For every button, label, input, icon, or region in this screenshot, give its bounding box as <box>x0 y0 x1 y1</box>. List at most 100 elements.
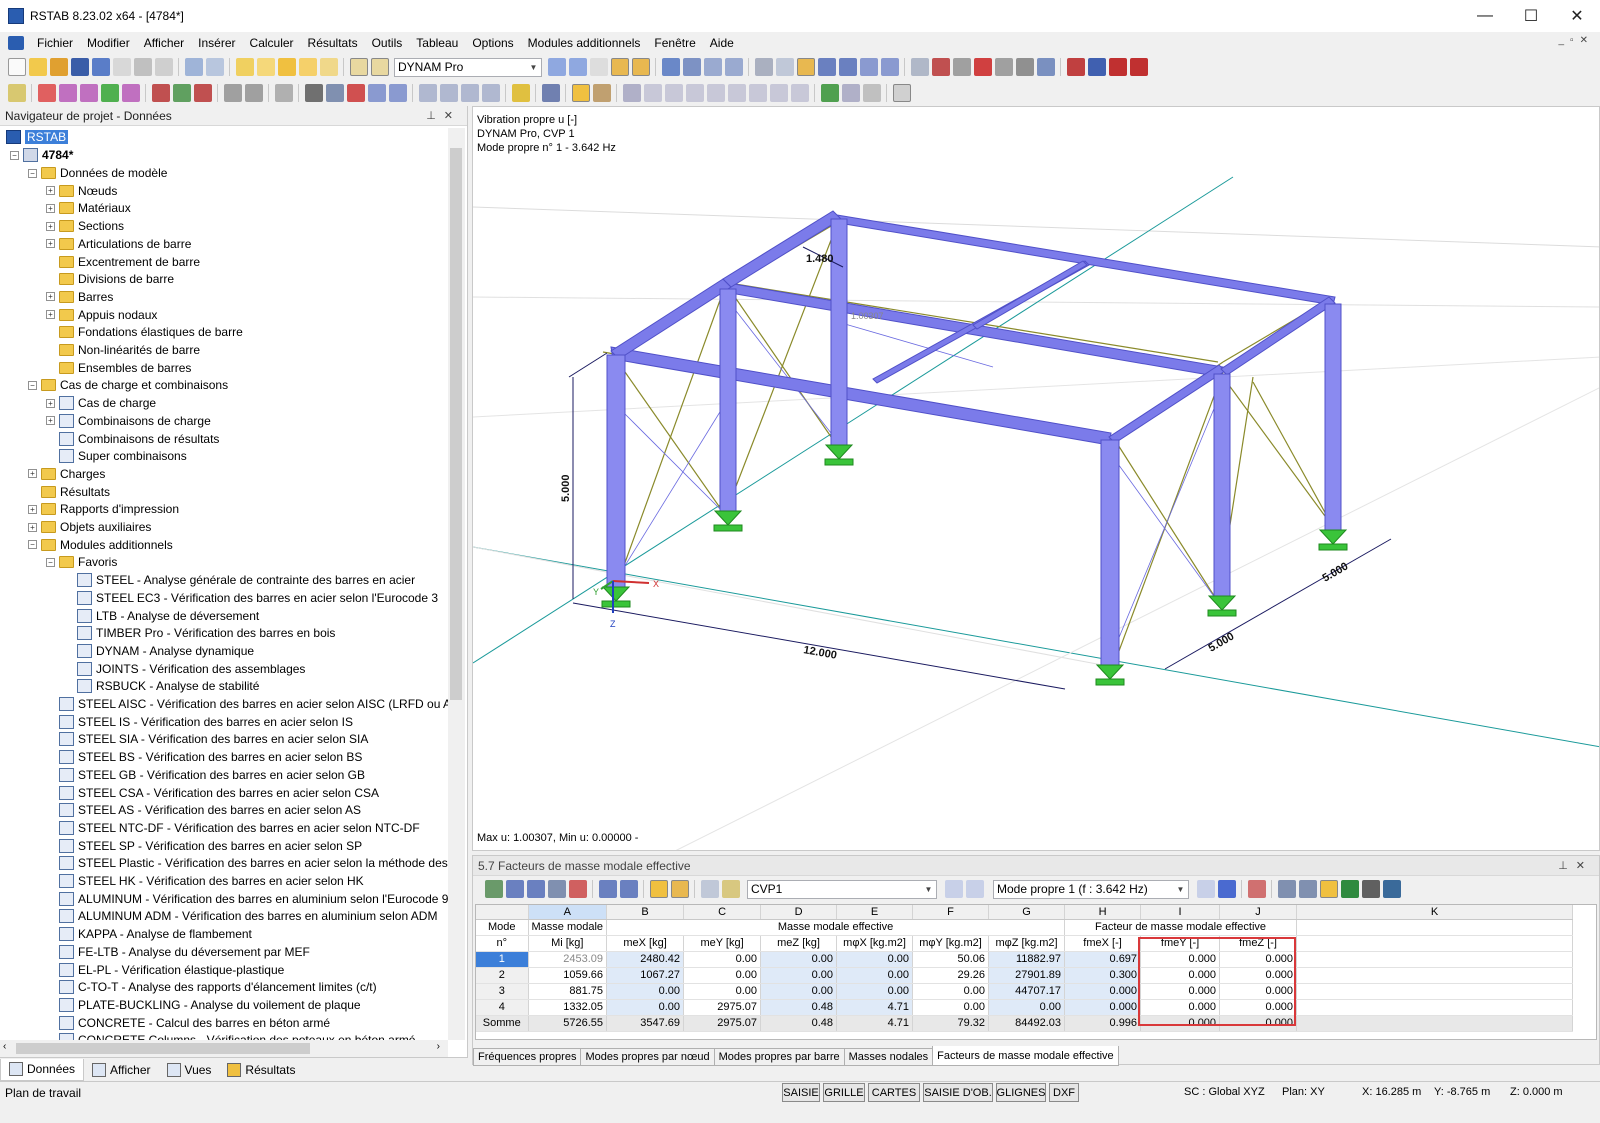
col-header-i[interactable]: I <box>1140 905 1221 920</box>
tree-item[interactable]: + Sections <box>46 217 124 235</box>
view-z-icon[interactable] <box>460 84 479 102</box>
member-results-icon[interactable] <box>571 84 590 102</box>
module-combo[interactable]: DYNAM Pro ▼ <box>394 57 542 77</box>
result-values-icon[interactable] <box>631 58 650 76</box>
expand-icon[interactable]: + <box>46 186 55 196</box>
table-cell[interactable]: 0.000 <box>1140 967 1221 984</box>
tree-item[interactable]: − Données de modèle <box>28 164 167 182</box>
table-cell[interactable]: 881.75 <box>528 983 608 1000</box>
report-icon[interactable] <box>112 58 131 76</box>
load-surface-icon[interactable] <box>193 84 212 102</box>
tree-item[interactable]: STEEL CSA - Vérification des barres en a… <box>46 784 379 802</box>
saisie-toggle[interactable]: SAISIE <box>782 1083 820 1102</box>
table-cell[interactable]: 2480.42 <box>606 951 685 968</box>
scroll-left-icon[interactable]: ‹ <box>3 1041 6 1052</box>
tree-item[interactable]: + Rapports d'impression <box>28 500 179 518</box>
tab-modes-noeud[interactable]: Modes propres par nœud <box>580 1048 715 1066</box>
dimension-icon[interactable] <box>910 58 929 76</box>
support-icon[interactable] <box>100 84 119 102</box>
col-header-a[interactable]: A <box>528 905 608 920</box>
next-case-icon[interactable] <box>965 880 984 898</box>
tree-item[interactable]: FE-LTB - Analyse du déversement par MEF <box>46 943 310 961</box>
table-cell-empty[interactable] <box>1296 1015 1574 1032</box>
animation-icon[interactable] <box>661 58 680 76</box>
support-reactions-icon[interactable] <box>820 84 839 102</box>
menu-inserer[interactable]: Insérer <box>191 36 242 50</box>
col-header-d[interactable]: D <box>760 905 838 920</box>
table-cell[interactable]: 0.00 <box>836 951 914 968</box>
view-y-icon[interactable] <box>439 84 458 102</box>
print-graphic-icon[interactable] <box>154 58 173 76</box>
table-tool-icon[interactable] <box>1015 58 1034 76</box>
table-cell[interactable]: 0.000 <box>1219 951 1298 968</box>
tab-modes-barre[interactable]: Modes propres par barre <box>713 1048 845 1066</box>
tree-item[interactable]: + Appuis nodaux <box>46 306 157 324</box>
row-header[interactable]: 2 <box>476 967 529 984</box>
tree-item[interactable]: STEEL SIA - Vérification des barres en a… <box>46 730 368 748</box>
tree-item[interactable]: LTB - Analyse de déversement <box>64 607 259 625</box>
zoom-window-icon[interactable] <box>325 84 344 102</box>
tree-item[interactable]: STEEL - Analyse générale de contrainte d… <box>64 571 415 589</box>
table-cell[interactable]: 0.00 <box>988 999 1066 1016</box>
tree-item[interactable]: CONCRETE - Calcul des barres en béton ar… <box>46 1014 330 1032</box>
force-vy-icon[interactable] <box>664 84 683 102</box>
tree-item[interactable]: − Favoris <box>46 553 117 571</box>
table-results-icon[interactable] <box>862 84 881 102</box>
divide-icon[interactable] <box>994 58 1013 76</box>
minimize-button[interactable]: — <box>1462 0 1508 32</box>
table-cell[interactable]: 0.000 <box>1140 999 1221 1016</box>
table-cell-empty[interactable] <box>1296 999 1574 1016</box>
table-cell[interactable]: 0.000 <box>1140 1015 1221 1032</box>
expand-icon[interactable]: + <box>46 292 55 302</box>
scroll-thumb[interactable] <box>450 148 462 700</box>
scroll-right-icon[interactable]: › <box>437 1041 440 1052</box>
load-icon[interactable] <box>1108 58 1127 76</box>
cartes-toggle[interactable]: CARTES <box>868 1083 920 1102</box>
table-row[interactable]: 2 1059.66 1067.27 0.00 0.00 0.00 29.26 27901.89… <box>476 967 1574 984</box>
tab-masses-nodales[interactable]: Masses nodales <box>843 1048 934 1066</box>
table-cell[interactable]: 1059.66 <box>528 967 608 984</box>
table-cell[interactable]: 0.00 <box>606 999 685 1016</box>
next-mode-icon[interactable] <box>1217 880 1236 898</box>
tree-item[interactable]: KAPPA - Analyse de flambement <box>46 925 252 943</box>
tree-item[interactable]: ALUMINUM ADM - Vérification des barres e… <box>46 907 437 925</box>
tree-item[interactable]: − Cas de charge et combinaisons <box>28 376 228 394</box>
target-icon[interactable] <box>277 58 296 76</box>
menu-modifier[interactable]: Modifier <box>80 36 137 50</box>
decimals-icon[interactable] <box>1382 880 1401 898</box>
section-results-icon[interactable] <box>592 84 611 102</box>
table-cell[interactable]: 0.00 <box>760 951 838 968</box>
table-cell[interactable]: 50.06 <box>912 951 990 968</box>
table-cell[interactable]: 0.00 <box>912 999 990 1016</box>
table-cell[interactable]: 0.00 <box>606 983 685 1000</box>
tree-project[interactable]: − 4784* <box>10 146 73 164</box>
chevron-down-icon[interactable]: ▼ <box>921 881 936 898</box>
view-minus-x-icon[interactable] <box>481 84 500 102</box>
tree-item[interactable]: STEEL BS - Vérification des barres en ac… <box>46 748 362 766</box>
expand-icon[interactable]: + <box>46 398 55 408</box>
table-cell-empty[interactable] <box>1296 983 1574 1000</box>
view-iso-icon[interactable] <box>388 84 407 102</box>
tree-item[interactable]: STEEL GB - Vérification des barres en ac… <box>46 766 365 784</box>
table-insert-icon[interactable] <box>505 880 524 898</box>
glignes-toggle[interactable]: GLIGNES <box>996 1083 1046 1102</box>
table-filter-icon[interactable] <box>526 880 545 898</box>
expand-icon[interactable]: + <box>28 504 37 514</box>
print-icon[interactable] <box>133 58 152 76</box>
pin-close-icon[interactable]: ⊥✕ <box>426 109 461 122</box>
tree-item[interactable]: Fondations élastiques de barre <box>46 323 243 341</box>
table-export-icon[interactable] <box>619 880 638 898</box>
tab-donnees[interactable]: Données <box>0 1058 85 1081</box>
dxf-toggle[interactable]: DXF <box>1049 1083 1079 1102</box>
grid-view-icon[interactable] <box>754 58 773 76</box>
navigator-horizontal-scrollbar[interactable]: ‹ › <box>0 1040 448 1057</box>
results-xyz-icon[interactable] <box>589 58 608 76</box>
moment-mt-icon[interactable] <box>706 84 725 102</box>
table-row[interactable]: 4 1332.05 0.00 2975.07 0.48 4.71 0.00 0.00 0.000… <box>476 999 1574 1016</box>
tree-item[interactable]: TIMBER Pro - Vérification des barres en … <box>64 624 335 642</box>
table-cell[interactable]: 0.300 <box>1064 967 1142 984</box>
open-folder-icon[interactable] <box>28 58 47 76</box>
table-relation-icon[interactable] <box>670 880 689 898</box>
load-member-icon[interactable] <box>172 84 191 102</box>
export-icon[interactable] <box>1066 58 1085 76</box>
